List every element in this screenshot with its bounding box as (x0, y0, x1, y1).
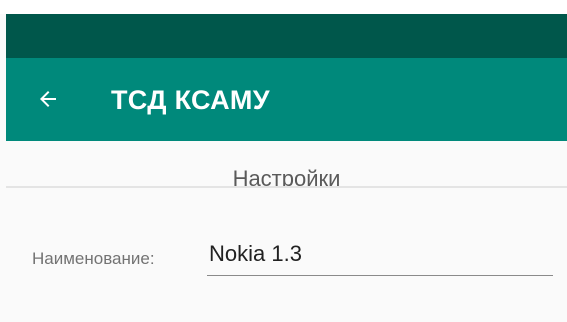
page-header: Настройки (6, 141, 567, 188)
page-title: Настройки (232, 166, 341, 188)
settings-form: Наименование: (6, 188, 567, 322)
app-title: ТСД КСАМУ (111, 85, 270, 115)
settings-screen: ТСД КСАМУ Настройки Наименование: (0, 0, 567, 322)
app-bar: ТСД КСАМУ (6, 58, 567, 141)
back-button[interactable] (30, 81, 66, 117)
name-label: Наименование: (32, 249, 155, 268)
top-edge (0, 0, 567, 14)
name-input[interactable] (207, 238, 553, 276)
status-bar (6, 14, 567, 58)
arrow-left-icon (40, 91, 56, 107)
